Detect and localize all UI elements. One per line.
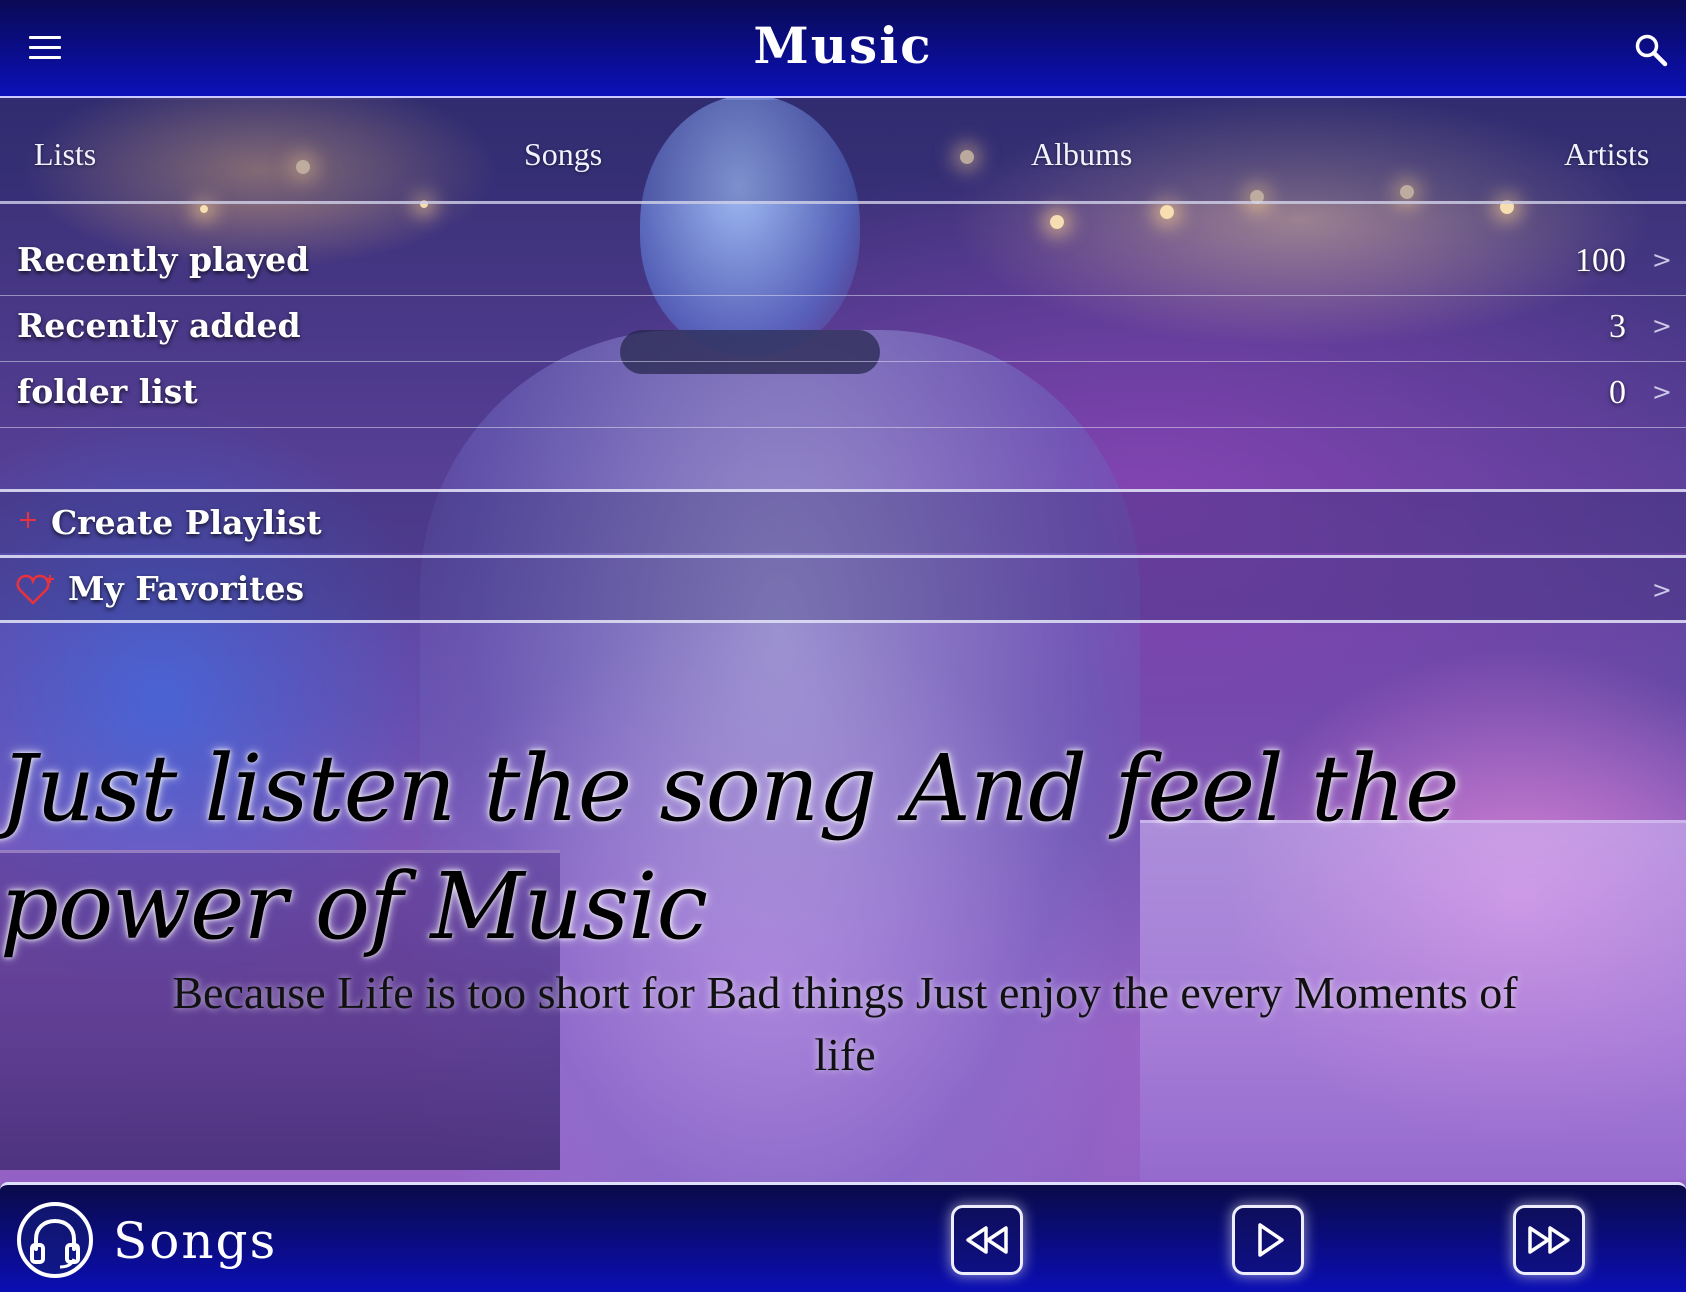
chevron-right-icon: > <box>1651 246 1672 274</box>
list-item-recently-added[interactable]: Recently added 3 > <box>0 296 1686 362</box>
headphones-icon[interactable] <box>16 1201 94 1279</box>
list-item-count: 3 <box>1609 308 1626 345</box>
search-icon[interactable] <box>1634 33 1668 67</box>
create-playlist-label: Create Playlist <box>51 503 322 542</box>
play-icon <box>1258 1223 1284 1257</box>
rewind-icon <box>966 1226 1008 1254</box>
my-favorites-label: My Favorites <box>68 569 305 608</box>
my-favorites-item[interactable]: My Favorites > <box>0 555 1686 623</box>
play-button[interactable] <box>1232 1205 1304 1275</box>
stage-light <box>200 205 208 213</box>
app-title: Music <box>753 16 933 75</box>
fast-forward-icon <box>1528 1226 1570 1254</box>
chevron-right-icon: > <box>1651 576 1672 604</box>
rewind-button[interactable] <box>951 1205 1023 1275</box>
tab-albums[interactable]: Albums <box>1031 136 1132 173</box>
tab-artists[interactable]: Artists <box>1564 136 1649 173</box>
player-title: Songs <box>113 1212 278 1270</box>
fast-forward-button[interactable] <box>1513 1205 1585 1275</box>
heart-icon <box>16 573 56 607</box>
tab-bar: Lists Songs Albums Artists <box>0 100 1686 204</box>
app-header: Music <box>0 0 1686 98</box>
create-playlist-button[interactable]: Create Playlist <box>0 489 1686 553</box>
list-item-recently-played[interactable]: Recently played 100 > <box>0 230 1686 296</box>
quote-subline: Because Life is too short for Bad things… <box>172 967 1518 1080</box>
list-item-count: 100 <box>1575 242 1626 279</box>
chevron-right-icon: > <box>1651 378 1672 406</box>
tab-lists[interactable]: Lists <box>34 136 96 173</box>
tab-songs[interactable]: Songs <box>524 136 602 173</box>
list-item-folder-list[interactable]: folder list 0 > <box>0 362 1686 428</box>
chevron-right-icon: > <box>1651 312 1672 340</box>
list-item-label: Recently added <box>17 306 301 345</box>
list-item-count: 0 <box>1609 374 1626 411</box>
mini-player: Songs <box>0 1182 1686 1292</box>
plus-icon <box>18 510 38 530</box>
list-item-label: Recently played <box>17 240 310 279</box>
stage-light <box>1160 205 1174 219</box>
quote-headline: Just listen the song And feel the power … <box>0 735 1460 960</box>
list-item-label: folder list <box>17 372 198 411</box>
stage-light <box>1050 215 1064 229</box>
